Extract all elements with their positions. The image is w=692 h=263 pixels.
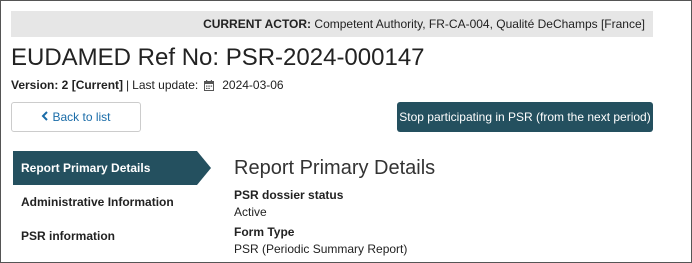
psr-dossier-status-value: Active	[234, 205, 267, 219]
nav-item-label: PSR information	[21, 229, 116, 243]
nav-item-report-primary-details[interactable]: Report Primary Details	[13, 151, 211, 185]
nav-item-psr-information[interactable]: PSR information	[13, 219, 213, 253]
back-to-list-label: Back to list	[52, 110, 111, 124]
last-update-date: 2024-03-06	[222, 78, 284, 92]
stop-participating-label: Stop participating in PSR (from the next…	[399, 110, 651, 124]
side-nav: Report Primary Details Administrative In…	[13, 151, 213, 253]
stop-participating-button[interactable]: Stop participating in PSR (from the next…	[397, 102, 653, 132]
last-update-label: Last update:	[132, 78, 199, 92]
page-title: EUDAMED Ref No: PSR-2024-000147	[11, 44, 425, 71]
page-frame: CURRENT ACTOR: Competent Authority, FR-C…	[0, 0, 692, 263]
version-label: Version: 2 [Current]	[11, 78, 124, 92]
chevron-left-icon	[41, 110, 49, 124]
calendar-icon	[204, 79, 215, 91]
current-actor-bar: CURRENT ACTOR: Competent Authority, FR-C…	[11, 11, 653, 37]
nav-item-label: Administrative Information	[21, 195, 174, 209]
form-type-label: Form Type	[234, 225, 295, 239]
current-actor-value: Competent Authority, FR-CA-004, Qualité …	[314, 17, 645, 31]
nav-item-administrative-information[interactable]: Administrative Information	[13, 185, 213, 219]
back-to-list-button[interactable]: Back to list	[11, 102, 141, 132]
version-line: Version: 2 [Current] | Last update: 2024…	[11, 78, 284, 92]
section-title: Report Primary Details	[234, 157, 436, 179]
version-separator: |	[126, 78, 130, 92]
nav-item-label: Report Primary Details	[21, 161, 151, 175]
psr-dossier-status-label: PSR dossier status	[234, 188, 344, 202]
main-content: Report Primary Details PSR dossier statu…	[234, 157, 654, 262]
current-actor-label: CURRENT ACTOR:	[203, 17, 312, 31]
form-type-value: PSR (Periodic Summary Report)	[234, 242, 408, 256]
